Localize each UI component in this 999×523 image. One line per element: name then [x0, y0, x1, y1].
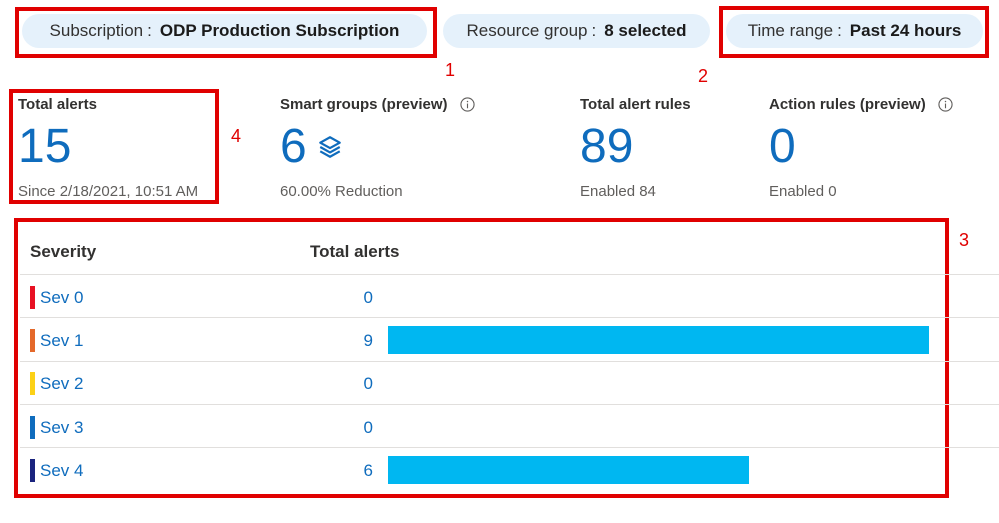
table-divider — [20, 361, 999, 362]
callout-number-1: 1 — [445, 60, 456, 80]
action-rules-tile: Action rules (preview) 0 Enabled 0 — [769, 96, 953, 200]
smart-groups-value[interactable]: 6 — [280, 123, 307, 171]
layers-icon — [317, 134, 343, 160]
total-alert-rules-tile: Total alert rules 89 Enabled 84 — [580, 96, 691, 200]
resource-group-filter-separator: : — [591, 21, 597, 40]
time-range-filter-value: Past 24 hours — [849, 21, 962, 40]
action-rules-enabled: Enabled 0 — [769, 183, 837, 200]
smart-groups-title: Smart groups (preview) — [280, 96, 448, 113]
sev-0-color-indicator — [30, 286, 35, 309]
total-alerts-column-header: Total alerts — [310, 242, 400, 261]
smart-groups-tile: Smart groups (preview) 6 60.00% Reductio… — [280, 96, 475, 200]
time-range-filter-pill[interactable]: Time range : Past 24 hours — [726, 14, 983, 48]
callout-number-4: 4 — [231, 126, 242, 146]
sev-2-link[interactable]: Sev 2 — [40, 374, 83, 394]
action-rules-title-row: Action rules (preview) — [769, 96, 953, 113]
smart-groups-title-row: Smart groups (preview) — [280, 96, 475, 113]
total-alerts-tile: Total alerts 15 Since 2/18/2021, 10:51 A… — [18, 96, 198, 200]
total-alert-rules-title: Total alert rules — [580, 96, 691, 113]
total-alerts-title: Total alerts — [18, 96, 97, 113]
resource-group-filter-label: Resource group — [466, 21, 588, 40]
smart-groups-reduction: 60.00% Reduction — [280, 183, 403, 200]
sev-1-count[interactable]: 9 — [333, 331, 373, 351]
action-rules-title: Action rules (preview) — [769, 96, 926, 113]
sev-0-link[interactable]: Sev 0 — [40, 288, 83, 308]
sev-4-count[interactable]: 6 — [333, 461, 373, 481]
subscription-filter-separator: : — [147, 21, 152, 40]
sev-4-color-indicator — [30, 459, 35, 482]
subscription-filter-label: Subscription — [49, 21, 144, 40]
total-alert-rules-value[interactable]: 89 — [580, 123, 691, 171]
sev-3-count[interactable]: 0 — [333, 418, 373, 438]
table-divider — [20, 447, 999, 448]
subscription-filter-value: ODP Production Subscription — [159, 21, 400, 40]
table-divider — [20, 317, 999, 318]
total-alerts-value[interactable]: 15 — [18, 123, 198, 171]
sev-4-alert-bar[interactable] — [388, 456, 749, 484]
sev-1-alert-bar[interactable] — [388, 326, 929, 354]
info-icon[interactable] — [938, 97, 953, 112]
sev-2-color-indicator — [30, 372, 35, 395]
sev-1-color-indicator — [30, 329, 35, 352]
table-divider — [20, 274, 999, 275]
action-rules-value[interactable]: 0 — [769, 123, 953, 171]
total-alerts-since: Since 2/18/2021, 10:51 AM — [18, 183, 199, 200]
time-range-filter-separator: : — [837, 21, 842, 40]
time-range-filter-label: Time range — [747, 21, 834, 40]
sev-4-link[interactable]: Sev 4 — [40, 461, 83, 481]
sev-0-count[interactable]: 0 — [333, 288, 373, 308]
smart-groups-value-row: 6 — [280, 123, 475, 171]
resource-group-filter-value: 8 selected — [604, 21, 687, 40]
sev-2-count[interactable]: 0 — [333, 374, 373, 394]
severity-column-header: Severity — [30, 242, 97, 261]
resource-group-filter-pill[interactable]: Resource group : 8 selected — [443, 14, 710, 48]
callout-number-3: 3 — [959, 230, 970, 250]
info-icon[interactable] — [459, 97, 475, 112]
callout-number-2: 2 — [698, 66, 709, 86]
table-divider — [20, 404, 999, 405]
total-alert-rules-enabled: Enabled 84 — [580, 183, 656, 200]
sev-3-link[interactable]: Sev 3 — [40, 418, 83, 438]
sev-1-link[interactable]: Sev 1 — [40, 331, 83, 351]
sev-3-color-indicator — [30, 416, 35, 439]
subscription-filter-pill[interactable]: Subscription : ODP Production Subscripti… — [22, 14, 427, 48]
